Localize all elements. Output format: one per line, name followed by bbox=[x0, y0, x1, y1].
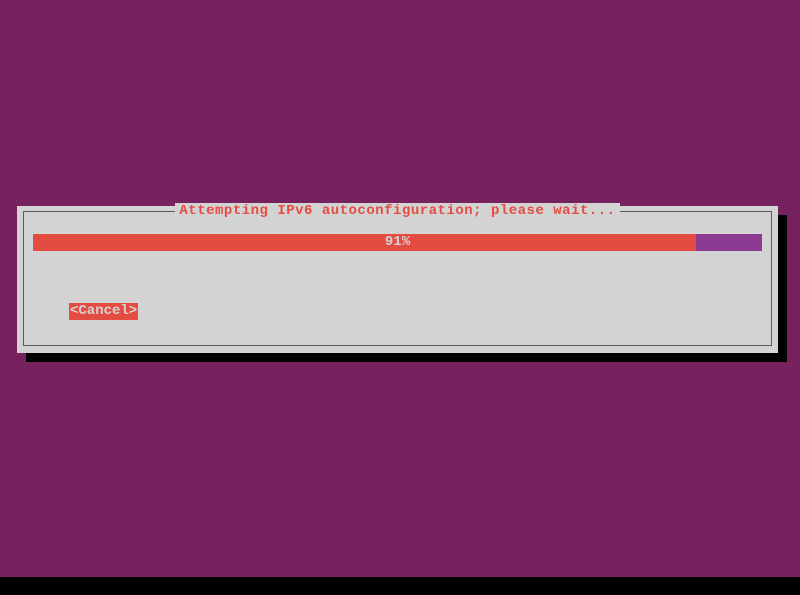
cancel-button[interactable]: <Cancel> bbox=[69, 303, 138, 320]
progress-bar-text: 91% bbox=[33, 234, 762, 251]
dialog-title-wrap: Attempting IPv6 autoconfiguration; pleas… bbox=[24, 203, 771, 219]
dialog-inner-box: Attempting IPv6 autoconfiguration; pleas… bbox=[23, 211, 772, 346]
bottom-strip bbox=[0, 577, 800, 595]
progress-dialog: Attempting IPv6 autoconfiguration; pleas… bbox=[17, 206, 778, 353]
dialog-title: Attempting IPv6 autoconfiguration; pleas… bbox=[175, 203, 619, 219]
progress-bar: 91% bbox=[33, 234, 762, 251]
